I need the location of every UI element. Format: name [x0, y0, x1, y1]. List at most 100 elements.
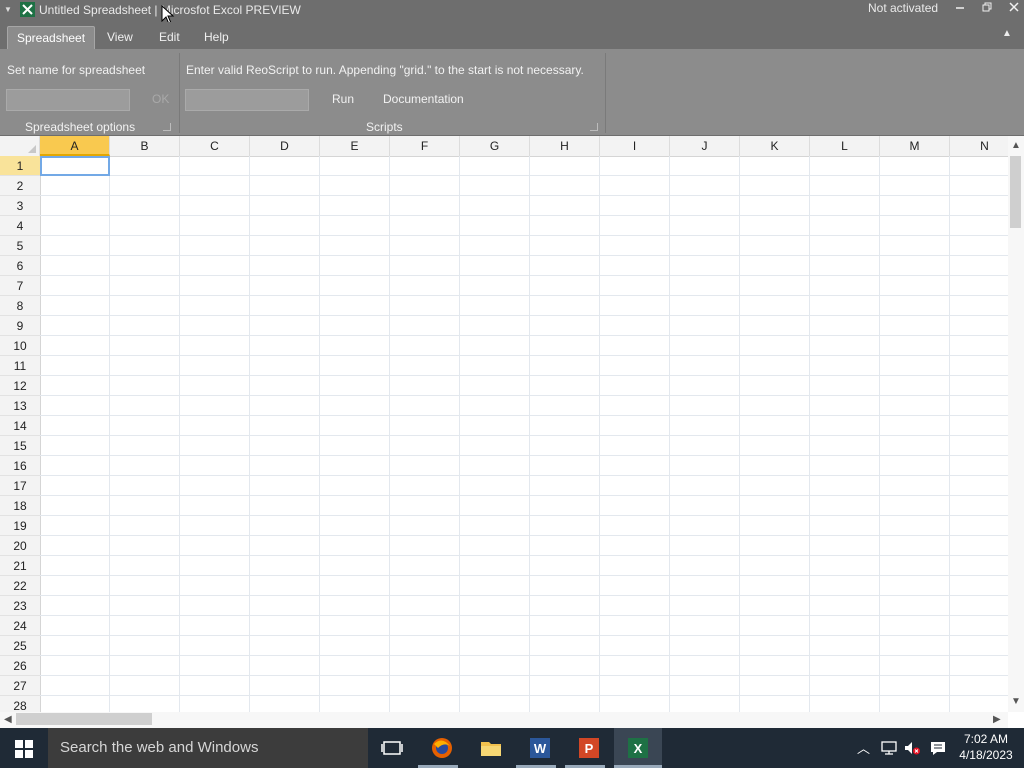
row-header-13[interactable]: 13	[0, 396, 40, 416]
row-header-24[interactable]: 24	[0, 616, 40, 636]
column-header-l[interactable]: L	[810, 136, 880, 156]
column-header-c[interactable]: C	[180, 136, 250, 156]
tab-spreadsheet[interactable]: Spreadsheet	[7, 26, 96, 49]
system-menu-icon[interactable]: ▼	[4, 5, 12, 14]
show-hidden-icons-icon[interactable]: ︿	[857, 738, 870, 757]
row-header-2[interactable]: 2	[0, 176, 40, 196]
row-header-1[interactable]: 1	[0, 156, 40, 176]
vertical-scroll-thumb[interactable]	[1010, 156, 1021, 228]
word-icon[interactable]: W	[528, 736, 552, 760]
row-header-6[interactable]: 6	[0, 256, 40, 276]
ok-button[interactable]: OK	[152, 92, 169, 106]
row-header-10[interactable]: 10	[0, 336, 40, 356]
active-cell-a1[interactable]	[40, 156, 110, 176]
windows-start-icon[interactable]	[15, 740, 33, 758]
app-icon[interactable]	[20, 2, 35, 17]
row-header-27[interactable]: 27	[0, 676, 40, 696]
scripts-launcher-icon[interactable]	[590, 123, 598, 131]
horizontal-scroll-thumb[interactable]	[16, 713, 152, 725]
column-header-n[interactable]: N	[950, 136, 1008, 156]
row-header-20[interactable]: 20	[0, 536, 40, 556]
row-header-19[interactable]: 19	[0, 516, 40, 536]
row-header-18[interactable]: 18	[0, 496, 40, 516]
column-header-i[interactable]: I	[600, 136, 670, 156]
row-header-28[interactable]: 28	[0, 696, 40, 712]
row-header-21[interactable]: 21	[0, 556, 40, 576]
row-header-column: 1 2 3 4 5 6 7 8 9 10 11 12 13 14 15 16 17 18 19 20 21 22 23 24 2…	[0, 156, 41, 712]
network-icon[interactable]	[880, 740, 898, 756]
column-header-row: ABCDEFGHIJKLMN	[0, 136, 1008, 157]
spreadsheet-name-prompt: Set name for spreadsheet	[7, 63, 146, 77]
row-header-16[interactable]: 16	[0, 456, 40, 476]
row-header-25[interactable]: 25	[0, 636, 40, 656]
column-header-d[interactable]: D	[250, 136, 320, 156]
powerpoint-icon[interactable]: P	[577, 736, 601, 760]
row-header-11[interactable]: 11	[0, 356, 40, 376]
spreadsheet-options-launcher-icon[interactable]	[163, 123, 171, 131]
script-prompt: Enter valid ReoScript to run. Appending …	[186, 63, 584, 77]
collapse-ribbon-icon[interactable]: ▲	[1002, 28, 1012, 39]
script-input[interactable]	[185, 89, 309, 111]
column-header-h[interactable]: H	[530, 136, 600, 156]
group-divider	[179, 53, 180, 133]
row-header-12[interactable]: 12	[0, 376, 40, 396]
close-icon	[1009, 2, 1019, 12]
clock-date: 4/18/2023	[959, 748, 1013, 762]
cell-area[interactable]	[40, 156, 1008, 712]
row-header-3[interactable]: 3	[0, 196, 40, 216]
select-all-corner[interactable]	[0, 136, 40, 156]
row-header-23[interactable]: 23	[0, 596, 40, 616]
action-center-icon[interactable]	[929, 740, 947, 756]
row-header-7[interactable]: 7	[0, 276, 40, 296]
row-header-26[interactable]: 26	[0, 656, 40, 676]
title-bar: ▼ Untitled Spreadsheet | Microsfot Excol…	[0, 0, 1024, 22]
column-header-g[interactable]: G	[460, 136, 530, 156]
scroll-left-arrow-icon[interactable]: ◀	[4, 714, 12, 725]
row-header-14[interactable]: 14	[0, 416, 40, 436]
clock-time: 7:02 AM	[963, 732, 1009, 746]
row-header-15[interactable]: 15	[0, 436, 40, 456]
scroll-down-arrow-icon[interactable]: ▼	[1011, 696, 1021, 707]
column-header-b[interactable]: B	[110, 136, 180, 156]
column-header-f[interactable]: F	[390, 136, 460, 156]
spreadsheet-name-input[interactable]	[6, 89, 130, 111]
ribbon-tab-bar: Spreadsheet View Edit Help	[0, 22, 1024, 49]
run-button[interactable]: Run	[332, 92, 354, 106]
tab-help[interactable]: Help	[195, 26, 238, 48]
row-header-9[interactable]: 9	[0, 316, 40, 336]
column-header-a[interactable]: A	[40, 136, 110, 156]
row-header-8[interactable]: 8	[0, 296, 40, 316]
scroll-right-arrow-icon[interactable]: ▶	[993, 714, 1001, 725]
column-header-k[interactable]: K	[740, 136, 810, 156]
scroll-up-arrow-icon[interactable]: ▲	[1011, 140, 1021, 151]
task-view-icon[interactable]	[380, 736, 404, 760]
column-header-j[interactable]: J	[670, 136, 740, 156]
restore-button[interactable]	[974, 0, 1000, 18]
spreadsheet-options-group-label: Spreadsheet options	[25, 120, 136, 134]
row-header-22[interactable]: 22	[0, 576, 40, 596]
file-explorer-icon[interactable]	[479, 736, 503, 760]
taskbar-clock[interactable]: 7:02 AM 4/18/2023	[955, 731, 1017, 763]
tab-view[interactable]: View	[98, 26, 142, 48]
documentation-button[interactable]: Documentation	[383, 92, 464, 106]
firefox-icon[interactable]	[430, 736, 454, 760]
activation-status: Not activated	[868, 1, 939, 15]
close-button[interactable]	[1001, 0, 1024, 18]
spreadsheet-grid[interactable]: ABCDEFGHIJKLMN 1 2 3 4 5 6 7 8 9 10 11 12 13 14 15 16 17…	[0, 136, 1008, 712]
row-header-5[interactable]: 5	[0, 236, 40, 256]
excol-icon[interactable]: X	[626, 736, 650, 760]
row-header-4[interactable]: 4	[0, 216, 40, 236]
row-header-17[interactable]: 17	[0, 476, 40, 496]
restore-icon	[982, 2, 992, 12]
minimize-icon	[956, 7, 964, 9]
column-header-e[interactable]: E	[320, 136, 390, 156]
ribbon-panel: Set name for spreadsheet OK Spreadsheet …	[0, 49, 1024, 136]
svg-text:X: X	[634, 741, 643, 756]
volume-muted-icon[interactable]	[903, 740, 921, 756]
column-header-m[interactable]: M	[880, 136, 950, 156]
svg-text:P: P	[585, 741, 594, 756]
search-placeholder: Search the web and Windows	[60, 739, 259, 756]
minimize-button[interactable]	[947, 0, 973, 18]
taskbar-search-box[interactable]: Search the web and Windows	[48, 728, 368, 768]
tab-edit[interactable]: Edit	[150, 26, 189, 48]
